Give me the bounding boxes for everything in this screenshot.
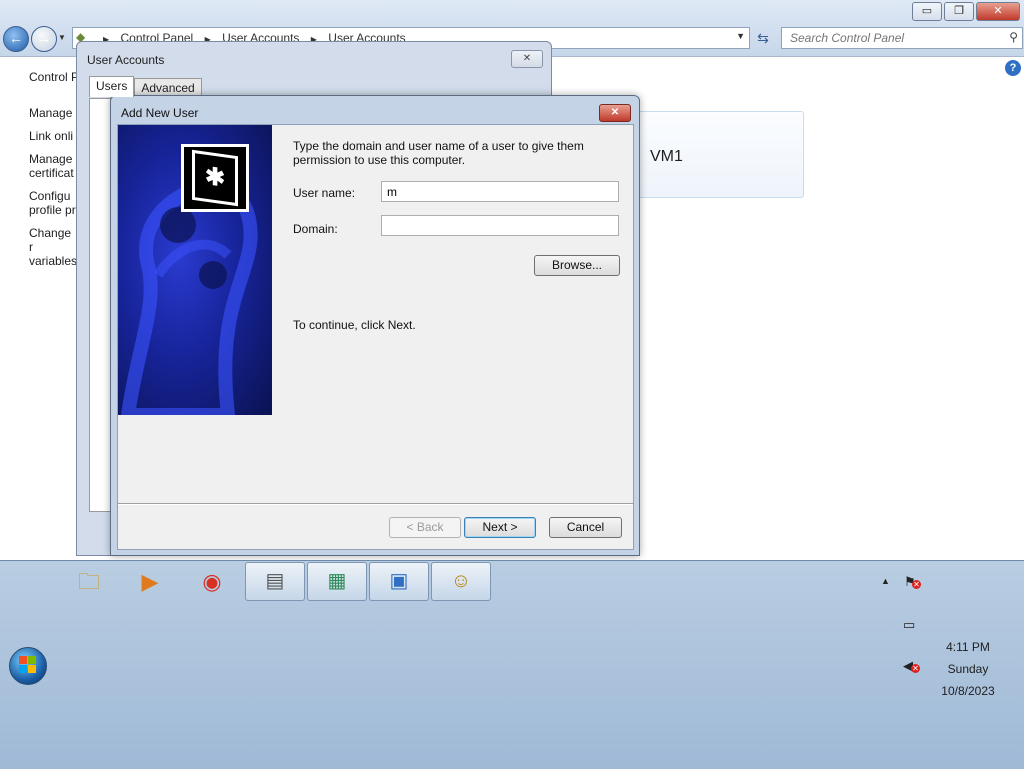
refresh-icon[interactable]: ⇆ <box>752 28 774 48</box>
clock-day: Sunday <box>947 662 989 676</box>
user-account-name: VM1 <box>650 148 683 165</box>
continue-instruction: To continue, click Next. <box>293 318 416 332</box>
sidebar-link[interactable]: Manage <box>29 106 77 120</box>
cancel-button[interactable]: Cancel <box>549 517 622 538</box>
control-panel-tasks: Control P Manage Link onli Manage certif… <box>29 70 77 277</box>
user-accounts-icon[interactable]: ☺ <box>431 562 491 601</box>
windows-logo-icon <box>19 656 37 674</box>
domain-label: Domain: <box>293 222 338 236</box>
sidebar-title: Control P <box>29 70 77 84</box>
restore-button[interactable]: ❐ <box>944 2 974 21</box>
close-window-button[interactable]: ✕ <box>976 2 1020 21</box>
search-input[interactable] <box>788 28 1002 48</box>
divider <box>118 503 633 505</box>
dialog-title: User Accounts <box>87 53 165 67</box>
search-box[interactable]: ⚲ <box>781 27 1023 49</box>
username-label: User name: <box>293 186 356 200</box>
volume-muted-icon[interactable]: ◀ ✕ <box>903 658 920 674</box>
windows-explorer-icon[interactable]: 🗀 <box>67 564 111 600</box>
recent-pages-icon[interactable]: ▼ <box>58 33 66 42</box>
wizard-banner-image: ✱ <box>118 125 272 415</box>
sidebar-link[interactable]: Change r variables <box>29 226 77 268</box>
sidebar-link[interactable]: Configu profile pr <box>29 189 77 217</box>
network-icon[interactable]: ▭ <box>903 617 915 633</box>
back-button[interactable]: < Back <box>389 517 461 538</box>
tab-users[interactable]: Users <box>89 76 135 97</box>
minimize-button[interactable]: ▭ <box>912 2 942 21</box>
domain-input[interactable] <box>382 216 620 235</box>
clock-time: 4:11 PM <box>946 640 990 654</box>
close-button[interactable]: ✕ <box>511 50 543 68</box>
chrome-icon[interactable]: ◉ <box>190 564 234 600</box>
taskbar: 🗀 ▶ ◉ ▤ ▦ ▣ ☺ ▲ ⚑ ✕ ▭ ◀ ✕ 4:11 PM Sunday 1… <box>0 560 1024 769</box>
media-player-icon[interactable]: ▶ <box>128 564 172 600</box>
back-button[interactable]: ← <box>3 26 29 52</box>
wizard-instructions: Type the domain and user name of a user … <box>293 139 584 167</box>
control-panel-icon[interactable]: ▣ <box>369 562 429 601</box>
chevron-down-icon[interactable]: ▼ <box>736 31 745 41</box>
forward-button[interactable]: → <box>31 26 57 52</box>
dialog-title: Add New User <box>121 106 199 120</box>
user-account-tile[interactable]: VM1 <box>635 111 804 198</box>
domain-field[interactable] <box>381 215 620 236</box>
search-icon[interactable]: ⚲ <box>1009 30 1018 44</box>
show-hidden-icons-icon[interactable]: ▲ <box>881 576 890 586</box>
system-clock[interactable]: 4:11 PM Sunday 10/8/2023 <box>930 636 1006 702</box>
sidebar-link[interactable]: Link onli <box>29 129 77 143</box>
username-field[interactable] <box>381 181 620 202</box>
next-button[interactable]: Next > <box>464 517 536 538</box>
username-input[interactable] <box>382 182 620 201</box>
action-center-icon[interactable]: ⚑ ✕ <box>904 574 921 590</box>
window-controls: ▭ ❐ ✕ <box>912 2 1020 21</box>
close-button[interactable]: ✕ <box>599 104 631 122</box>
user-wizard-logo-icon: ✱ <box>181 144 249 212</box>
clock-date: 10/8/2023 <box>941 684 995 698</box>
sidebar-link[interactable]: Manage certificat <box>29 152 77 180</box>
server-manager-icon[interactable]: ▤ <box>245 562 305 601</box>
start-button[interactable] <box>9 647 47 685</box>
add-new-user-dialog: Add New User ✕ ✱ Type the domain and use… <box>110 95 640 556</box>
component-services-icon[interactable]: ▦ <box>307 562 367 601</box>
help-icon[interactable]: ? <box>1005 60 1021 76</box>
browse-button[interactable]: Browse... <box>534 255 620 276</box>
wizard-body: ✱ Type the domain and user name of a use… <box>117 124 634 550</box>
